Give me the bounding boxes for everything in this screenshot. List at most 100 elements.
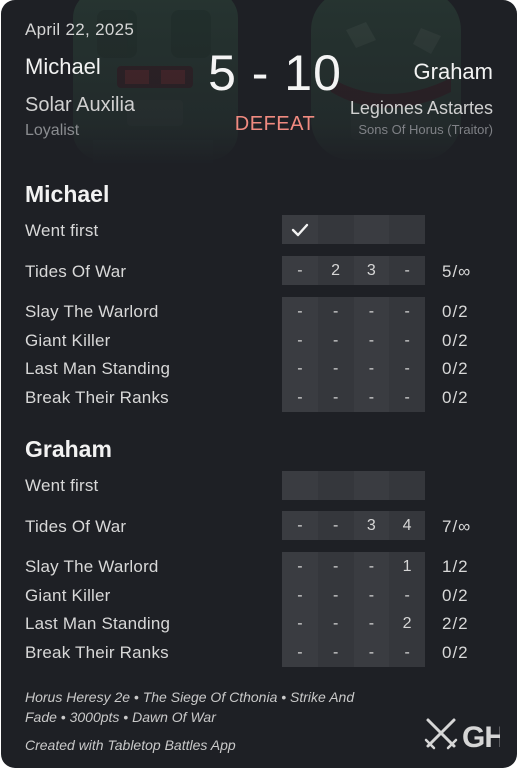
round-score-cell[interactable]: -: [353, 354, 390, 383]
objective-label: Tides Of War: [25, 262, 127, 281]
round-score-cell[interactable]: -: [317, 638, 354, 667]
round-score-cell[interactable]: -: [282, 638, 318, 667]
objective-total: 0/2: [442, 331, 469, 350]
went-first-cell: [282, 471, 318, 500]
round-score-cell[interactable]: -: [282, 511, 318, 540]
went-first-cell: [389, 471, 425, 500]
round-score-cell[interactable]: -: [282, 354, 318, 383]
objective-score-row: - - - -: [282, 326, 425, 355]
round-score-cell[interactable]: -: [389, 297, 425, 326]
player1-name: Michael: [25, 54, 101, 79]
round-score-cell[interactable]: -: [282, 383, 318, 412]
logo-text: GH: [462, 721, 500, 752]
round-score-cell[interactable]: -: [389, 383, 425, 412]
round-score-cell[interactable]: 3: [353, 256, 390, 285]
round-score-cell[interactable]: -: [353, 609, 390, 638]
objective-score-row: - - - -: [282, 297, 425, 326]
objective-score-row: - - - -: [282, 638, 425, 667]
crossed-swords-icon: [424, 718, 458, 750]
round-score-cell[interactable]: -: [317, 326, 354, 355]
result-label: DEFEAT: [234, 113, 316, 135]
objective-total: 0/2: [442, 586, 469, 605]
round-score-cell[interactable]: -: [389, 256, 425, 285]
went-first-cell: [353, 215, 390, 244]
objective-label: Tides Of War: [25, 517, 127, 536]
objective-total: 7/∞: [442, 517, 472, 536]
round-score-cell[interactable]: 3: [353, 511, 390, 540]
objective-total: 0/2: [442, 359, 469, 378]
round-score-cell[interactable]: -: [353, 552, 390, 581]
went-first-cell: [389, 215, 425, 244]
round-score-cell[interactable]: -: [282, 326, 318, 355]
objective-score-row: - - 3 4: [282, 511, 425, 540]
objective-label: Giant Killer: [25, 586, 111, 605]
went-first-cell: [317, 471, 354, 500]
checkmark-icon: [291, 223, 309, 236]
objective-total: 1/2: [442, 557, 469, 576]
round-score-cell[interactable]: 2: [317, 256, 354, 285]
player1-allegiance: Loyalist: [25, 122, 80, 139]
objective-score-row: - - - -: [282, 354, 425, 383]
round-score-cell[interactable]: -: [353, 638, 390, 667]
round-score-cell[interactable]: -: [353, 383, 390, 412]
round-score-cell[interactable]: -: [282, 256, 318, 285]
round-score-cell[interactable]: -: [317, 581, 354, 610]
round-score-cell[interactable]: -: [282, 609, 318, 638]
round-score-cell[interactable]: -: [282, 297, 318, 326]
objective-total: 0/2: [442, 643, 469, 662]
app-logo: GH: [424, 716, 506, 757]
round-score-cell[interactable]: -: [317, 354, 354, 383]
battle-date: April 22, 2025: [25, 20, 135, 39]
objective-label: Slay The Warlord: [25, 302, 159, 321]
went-first-label: Went first: [25, 476, 99, 495]
round-score-cell[interactable]: -: [389, 581, 425, 610]
round-score-cell[interactable]: -: [389, 638, 425, 667]
round-score-cell[interactable]: 1: [389, 552, 425, 581]
round-score-cell[interactable]: 4: [389, 511, 425, 540]
section-title: Graham: [25, 436, 112, 462]
went-first-toggle[interactable]: [282, 471, 425, 500]
objective-score-row: - - - -: [282, 581, 425, 610]
objective-label: Break Their Ranks: [25, 388, 169, 407]
objective-label: Last Man Standing: [25, 614, 171, 633]
objective-score-row: - - - -: [282, 383, 425, 412]
player2-subfaction: Sons Of Horus (Traitor): [358, 122, 493, 137]
round-score-cell[interactable]: -: [317, 511, 354, 540]
round-score-cell[interactable]: -: [317, 609, 354, 638]
app-credit: Created with Tabletop Battles App: [25, 737, 236, 753]
objective-label: Slay The Warlord: [25, 557, 159, 576]
objective-label: Break Their Ranks: [25, 643, 169, 662]
section-title: Michael: [25, 181, 110, 207]
round-score-cell[interactable]: -: [282, 552, 318, 581]
round-score-cell[interactable]: -: [317, 383, 354, 412]
round-score-cell[interactable]: -: [282, 581, 318, 610]
went-first-label: Went first: [25, 221, 99, 240]
objective-score-row: - - - 2: [282, 609, 425, 638]
objective-label: Last Man Standing: [25, 359, 171, 378]
objective-score-row: - 2 3 -: [282, 256, 425, 285]
final-score: 5 - 10: [208, 45, 342, 101]
went-first-toggle[interactable]: [282, 215, 425, 244]
round-score-cell[interactable]: -: [389, 354, 425, 383]
player2-faction: Legiones Astartes: [349, 98, 493, 118]
round-score-cell[interactable]: -: [353, 326, 390, 355]
went-first-check-cell: [282, 215, 318, 244]
objective-total: 2/2: [442, 614, 469, 633]
round-score-cell[interactable]: -: [389, 326, 425, 355]
battle-summary-card: April 22, 2025 Michael Solar Auxilia Loy…: [1, 0, 517, 768]
objective-total: 5/∞: [442, 262, 472, 281]
round-score-cell[interactable]: -: [317, 552, 354, 581]
went-first-cell: [353, 471, 390, 500]
round-score-cell[interactable]: -: [353, 581, 390, 610]
objective-total: 0/2: [442, 388, 469, 407]
player2-name: Graham: [413, 59, 493, 84]
round-score-cell[interactable]: -: [353, 297, 390, 326]
went-first-cell: [317, 215, 354, 244]
objective-total: 0/2: [442, 302, 469, 321]
header-hero: April 22, 2025 Michael Solar Auxilia Loy…: [1, 0, 517, 165]
objective-score-row: - - - 1: [282, 552, 425, 581]
objective-label: Giant Killer: [25, 331, 111, 350]
player1-faction: Solar Auxilia: [25, 94, 136, 116]
round-score-cell[interactable]: -: [317, 297, 354, 326]
round-score-cell[interactable]: 2: [389, 609, 425, 638]
